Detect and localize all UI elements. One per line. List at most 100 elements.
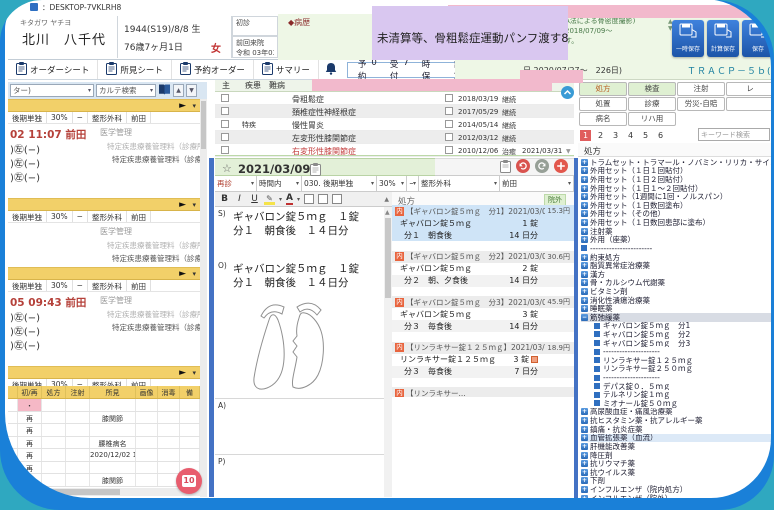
toolbar-button[interactable]: サマリー [254,60,319,79]
expand-plus-icon[interactable]: + [581,305,588,312]
main-disease-checkbox[interactable] [221,133,229,141]
rx-master-item[interactable]: +下剤 [581,477,774,486]
forward-arrow-icon[interactable]: ► [179,269,186,279]
flowsheet-row[interactable]: 再 [8,424,200,437]
rx-master-item[interactable]: +外用セット（1週間に1回・ノルスパン） [581,192,774,201]
category-tab[interactable]: 注射 [677,82,725,96]
rx-master-item[interactable]: +外用（座薬） [581,235,774,244]
rx-master-item[interactable]: +トラムセット・トラマール・ノバミン・リリカ・サインバルタ・タリージェ [581,158,774,167]
underline-button[interactable]: U [249,194,260,204]
disease-row[interactable]: 頚椎症性神経根症2017/05/29継続 [215,105,574,118]
rx-master-item[interactable]: +約束処方 [581,253,774,262]
rx-master-item[interactable]: +漢方 [581,270,774,279]
add-icon[interactable] [554,158,568,177]
page-tab[interactable]: 6 [655,130,666,141]
rx-master-item[interactable]: +注射薬 [581,227,774,236]
save-button[interactable]: 一時保存 [672,20,704,57]
expand-plus-icon[interactable]: + [581,288,588,295]
rx-master-item[interactable]: +ビタミン剤 [581,287,774,296]
category-tab[interactable]: リハ用 [628,112,676,126]
page-tab[interactable]: 4 [625,130,636,141]
page-tab[interactable]: 1 [580,130,591,141]
chevron-down-icon[interactable]: ▾ [297,196,300,203]
disease-checkbox[interactable] [445,107,453,115]
flowsheet-row[interactable]: 再2020/12/02 11:0 [8,449,200,462]
category-tab[interactable]: 検査 [628,82,676,96]
collapse-minus-icon[interactable]: − [581,314,588,321]
insert-table-icon[interactable] [332,194,342,204]
karte-entry[interactable]: ►▾後期単独30%−整形外科前田 [8,366,200,386]
rx-master-item[interactable]: +抗リウマチ薬 [581,459,774,468]
karte-entry-header[interactable]: ►▾ [8,198,200,211]
keyword-search-input[interactable] [698,128,770,141]
rx-master-item[interactable]: デパス錠０．５ｍｇ [581,382,774,391]
disease-checkbox[interactable] [445,146,453,154]
rx-master-item[interactable]: リンラキサー錠２５０ｍｇ [581,365,774,374]
main-disease-checkbox[interactable] [221,146,229,154]
expand-plus-icon[interactable]: + [581,477,588,484]
expand-plus-icon[interactable]: + [581,202,588,209]
attribute-dropdown[interactable]: 再診▾ [215,176,257,191]
karte-scrollbar[interactable] [200,99,207,497]
splitter[interactable] [574,158,578,503]
disease-row[interactable]: 特疾慢性胃炎2014/05/14継続 [215,118,574,131]
rx-master-item[interactable]: --------------------- [581,347,774,356]
expand-plus-icon[interactable]: + [581,297,588,304]
rx-master-item[interactable]: −筋弛緩薬 [581,313,774,322]
karte-entry[interactable]: ►▾後期単独30%−整形外科前田05 09:43 前田)㊧(−))㊧(−))㊧(… [8,267,200,366]
save-button[interactable]: 保存 [742,20,774,57]
disease-checkbox[interactable] [445,120,453,128]
expand-plus-icon[interactable]: + [581,426,588,433]
flowsheet-row[interactable]: 再 [8,462,200,475]
expand-plus-icon[interactable]: + [581,417,588,424]
rx-master-item[interactable]: ミオナール錠５０ｍｇ [581,399,774,408]
chevron-down-icon[interactable]: ▾ [192,369,196,377]
soap-section[interactable]: O)ギャバロン錠５ｍｇ １錠分１ 朝食後 １４日分 [215,259,384,398]
expand-plus-icon[interactable]: + [581,443,588,450]
expand-plus-icon[interactable]: + [581,159,588,166]
scrollbar-thumb[interactable] [201,101,206,149]
rx-entry[interactable]: 内【リンラキサー... [392,387,574,397]
disease-row[interactable]: 骨粗鬆症2018/03/19継続 [215,92,574,105]
disease-row[interactable]: 右変形性膝関節症2010/12/06治癒2021/03/31 [215,144,574,157]
forward-arrow-icon[interactable]: ► [179,368,186,378]
rx-master-item[interactable]: +骨・カルシウム代謝薬 [581,279,774,288]
expand-plus-icon[interactable]: + [581,236,588,243]
expand-plus-icon[interactable]: + [581,460,588,467]
rx-master-item[interactable]: +抗ウイルス薬 [581,468,774,477]
toolbar-button[interactable]: オーダーシート [8,60,98,79]
chevron-down-icon[interactable]: ▾ [279,196,282,203]
expand-plus-icon[interactable]: + [581,495,588,502]
rx-entry[interactable]: 内【ギャバロン錠５ｍｇ 分1】2021/03/09 17:...15.3円ギャバ… [392,205,574,251]
rx-master-item[interactable]: リンラキサー錠１２５ｍｇ [581,356,774,365]
rx-master-item[interactable]: +外用セット（１日数回患部に塗布） [581,218,774,227]
flowsheet-row[interactable]: 再膝関節 [8,412,200,425]
chevron-down-icon[interactable]: ▾ [192,201,196,209]
rx-master-item[interactable]: +インフルエンザ（院内処方） [581,485,774,494]
font-color-button[interactable]: A [286,194,293,205]
collapse-up-icon[interactable]: ▲ [384,196,389,203]
scroll-down-icon[interactable]: ▼ [566,148,571,155]
rx-master-item[interactable]: +肝機能改善薬 [581,442,774,451]
rx-master-item[interactable]: ギャバロン錠５ｍｇ 分2 [581,330,774,339]
flowsheet-row[interactable]: 再膝関節 [8,474,200,487]
rx-master-item[interactable]: ギャバロン錠５ｍｇ 分1 [581,322,774,331]
flowsheet-row[interactable]: ・ [8,399,200,412]
notification-badge[interactable]: 10 [176,468,202,494]
expand-plus-icon[interactable]: + [581,469,588,476]
filter-dropdown[interactable]: ター)▾ [10,84,94,97]
attribute-dropdown[interactable]: −▾ [407,176,419,191]
attribute-dropdown[interactable]: 30%▾ [377,176,407,191]
expand-plus-icon[interactable]: + [581,167,588,174]
disease-checkbox[interactable] [445,133,453,141]
scrollbar-thumb[interactable] [10,489,120,495]
karte-entry-header[interactable]: ►▾ [8,366,200,379]
scrollbar-thumb[interactable] [385,218,391,298]
karte-entry-header[interactable]: ►▾ [8,267,200,280]
flowsheet-row[interactable]: 再腰椎病名 [8,437,200,450]
rx-master-item[interactable]: テルネリン錠１ｍｇ [581,390,774,399]
soap-editor[interactable]: S)ギャバロン錠５ｍｇ １錠分１ 朝食後 １４日分O)ギャバロン錠５ｍｇ １錠分… [215,207,384,497]
toolbar-button[interactable]: 予約オーダー [172,60,254,79]
category-tab[interactable] [726,97,774,111]
editor-scrollbar[interactable]: ▲ [384,207,392,497]
